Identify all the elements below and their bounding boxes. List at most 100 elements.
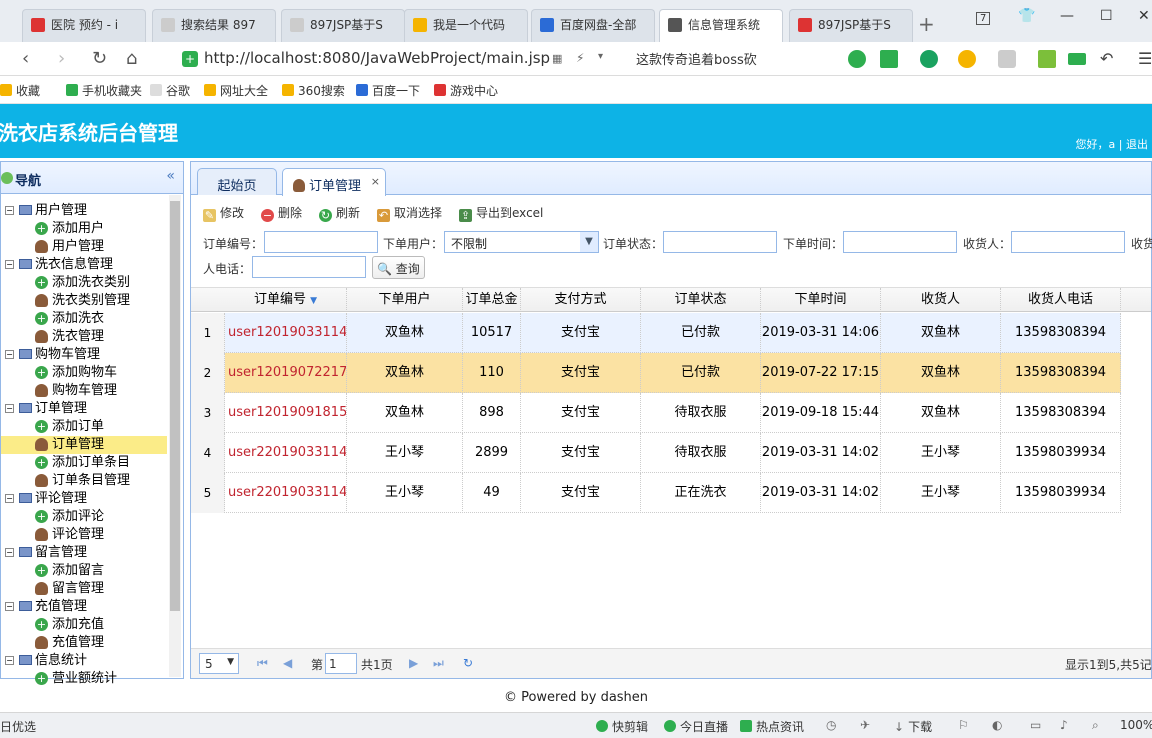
column-header[interactable]: 支付方式 bbox=[521, 288, 641, 312]
column-header[interactable]: 订单状态 bbox=[641, 288, 761, 312]
nav-scrollbar[interactable] bbox=[169, 195, 181, 677]
column-header[interactable]: 下单用户 bbox=[347, 288, 463, 312]
next-page-icon[interactable]: ▶ bbox=[409, 656, 418, 670]
tree-item[interactable]: + 添加留言 bbox=[1, 562, 167, 580]
order-status-input[interactable] bbox=[663, 231, 777, 253]
column-header[interactable]: 订单总金 bbox=[463, 288, 521, 312]
collapse-icon[interactable]: « bbox=[166, 168, 175, 184]
tree-group[interactable]: − 评论管理 bbox=[1, 490, 167, 508]
tree-item[interactable]: 评论管理 bbox=[1, 526, 167, 544]
order-no-input[interactable] bbox=[264, 231, 378, 253]
scissors-icon[interactable] bbox=[880, 50, 898, 68]
reload-icon[interactable]: ↻ bbox=[463, 656, 473, 670]
sound-icon[interactable]: ♪ bbox=[1060, 718, 1068, 732]
tree-group[interactable]: − 用户管理 bbox=[1, 202, 167, 220]
home-icon[interactable]: ⌂ bbox=[126, 48, 137, 69]
user-greeting[interactable]: 您好，a | 退出 bbox=[1076, 136, 1148, 152]
tree-item[interactable]: + 添加洗衣 bbox=[1, 310, 167, 328]
tree-item[interactable]: + 添加订单条目 bbox=[1, 454, 167, 472]
prev-page-icon[interactable]: ◀ bbox=[283, 656, 292, 670]
maximize-icon[interactable]: ☐ bbox=[1100, 8, 1113, 24]
browser-tab-6[interactable]: 信息管理系统 bbox=[659, 9, 783, 42]
grid-icon[interactable]: ▦ bbox=[552, 52, 562, 65]
tree-group[interactable]: − 订单管理 bbox=[1, 400, 167, 418]
tab-close-icon[interactable]: × bbox=[371, 175, 380, 188]
tree-item[interactable]: 洗衣类别管理 bbox=[1, 292, 167, 310]
pin-icon[interactable]: ✈ bbox=[860, 718, 870, 732]
clock-icon[interactable]: ◷ bbox=[826, 718, 836, 732]
collapse-toggle-icon[interactable]: − bbox=[5, 206, 14, 215]
bookmark-2[interactable]: 手机收藏夹 bbox=[66, 82, 142, 99]
browser-tab-4[interactable]: 我是一个代码 bbox=[404, 9, 528, 42]
status-left[interactable]: 日优选 bbox=[0, 718, 36, 735]
tab-home[interactable]: 起始页 bbox=[197, 168, 277, 195]
tree-item[interactable]: + 添加订单 bbox=[1, 418, 167, 436]
collapse-toggle-icon[interactable]: − bbox=[5, 404, 14, 413]
tree-group[interactable]: − 购物车管理 bbox=[1, 346, 167, 364]
collapse-toggle-icon[interactable]: − bbox=[5, 350, 14, 359]
tree-group[interactable]: − 留言管理 bbox=[1, 544, 167, 562]
close-window-icon[interactable]: ✕ bbox=[1138, 8, 1150, 24]
reload-icon[interactable]: ↻ bbox=[92, 48, 107, 69]
tab-order-management[interactable]: 订单管理 × bbox=[282, 168, 386, 196]
browser-tab-5[interactable]: 百度网盘-全部 bbox=[531, 9, 655, 42]
bookmark-5[interactable]: 360搜索 bbox=[282, 82, 345, 99]
search-suggestion[interactable]: 这款传奇追着boss砍 bbox=[636, 49, 757, 68]
browser-tab-1[interactable]: 医院 预约 - i bbox=[22, 9, 146, 42]
browser-tab-3[interactable]: 897JSP基于S bbox=[281, 9, 405, 42]
tree-item[interactable]: 洗衣管理 bbox=[1, 328, 167, 346]
chevron-down-icon[interactable]: ▼ bbox=[580, 232, 598, 252]
zoom-icon[interactable]: ⌕ bbox=[1092, 718, 1099, 733]
last-page-icon[interactable]: ⏭ bbox=[433, 656, 444, 671]
refresh-button[interactable]: ↻ 刷新 bbox=[319, 204, 360, 222]
collapse-toggle-icon[interactable]: − bbox=[5, 656, 14, 665]
edit-button[interactable]: ✎ 修改 bbox=[203, 204, 244, 222]
shield-icon[interactable] bbox=[958, 50, 976, 68]
tab-counter[interactable]: 7 bbox=[976, 12, 991, 25]
tree-item[interactable]: + 添加评论 bbox=[1, 508, 167, 526]
table-row[interactable]: 3 user12019091815 双鱼林 898 支付宝 待取衣服 2019-09-18 … bbox=[191, 393, 1121, 433]
shirt-icon[interactable]: 👕 bbox=[1018, 8, 1035, 24]
battery-icon[interactable] bbox=[1068, 53, 1086, 65]
status-item-3[interactable]: 热点资讯 bbox=[740, 718, 804, 735]
image-icon[interactable] bbox=[998, 50, 1016, 68]
receiver-input[interactable] bbox=[1011, 231, 1125, 253]
tree-item[interactable]: + 添加购物车 bbox=[1, 364, 167, 382]
query-button[interactable]: 🔍 查询 bbox=[372, 256, 425, 279]
tree-item[interactable]: 购物车管理 bbox=[1, 382, 167, 400]
tree-item[interactable]: 订单管理 bbox=[1, 436, 167, 454]
new-tab-button[interactable]: + bbox=[918, 12, 935, 36]
status-item-4[interactable]: ↓ 下载 bbox=[894, 718, 932, 735]
tree-item[interactable]: + 添加用户 bbox=[1, 220, 167, 238]
table-row[interactable]: 4 user22019033114 王小琴 2899 支付宝 待取衣服 2019-03-31… bbox=[191, 433, 1121, 473]
column-header[interactable]: 收货人 bbox=[881, 288, 1001, 312]
menu-icon[interactable]: ☰ bbox=[1138, 49, 1152, 68]
tree-group[interactable]: − 洗衣信息管理 bbox=[1, 256, 167, 274]
nav-scrollbar-thumb[interactable] bbox=[170, 201, 180, 611]
speed-icon[interactable]: ◐ bbox=[992, 718, 1002, 732]
forward-icon[interactable]: › bbox=[58, 48, 65, 69]
bookmark-1[interactable]: 收藏 bbox=[0, 82, 40, 99]
bookmark-4[interactable]: 网址大全 bbox=[204, 82, 268, 99]
collapse-toggle-icon[interactable]: − bbox=[5, 548, 14, 557]
status-item-1[interactable]: 快剪辑 bbox=[596, 718, 648, 735]
extension-icon[interactable] bbox=[848, 50, 866, 68]
flash-icon[interactable]: ⚡ bbox=[576, 51, 584, 65]
zoom-level[interactable]: 100% bbox=[1120, 718, 1152, 732]
tree-group[interactable]: − 信息统计 bbox=[1, 652, 167, 670]
page-number-input[interactable]: 1 bbox=[325, 653, 357, 674]
tree-item[interactable]: 订单条目管理 bbox=[1, 472, 167, 490]
column-header[interactable]: 订单编号 ▼ bbox=[225, 288, 347, 312]
bookmark-7[interactable]: 游戏中心 bbox=[434, 82, 498, 99]
bookmark-6[interactable]: 百度一下 bbox=[356, 82, 420, 99]
window-icon[interactable]: ▭ bbox=[1030, 718, 1041, 732]
order-time-input[interactable] bbox=[843, 231, 957, 253]
first-page-icon[interactable]: ⏮ bbox=[257, 656, 268, 671]
order-user-select[interactable]: 不限制 ▼ bbox=[444, 231, 599, 253]
export-button[interactable]: ⇪ 导出到excel bbox=[459, 204, 543, 222]
tree-item[interactable]: 留言管理 bbox=[1, 580, 167, 598]
minimize-icon[interactable]: — bbox=[1060, 8, 1074, 24]
browser-tab-2[interactable]: 搜索结果 897 bbox=[152, 9, 276, 42]
status-item-2[interactable]: 今日直播 bbox=[664, 718, 728, 735]
flag-icon[interactable]: ⚐ bbox=[958, 718, 969, 732]
